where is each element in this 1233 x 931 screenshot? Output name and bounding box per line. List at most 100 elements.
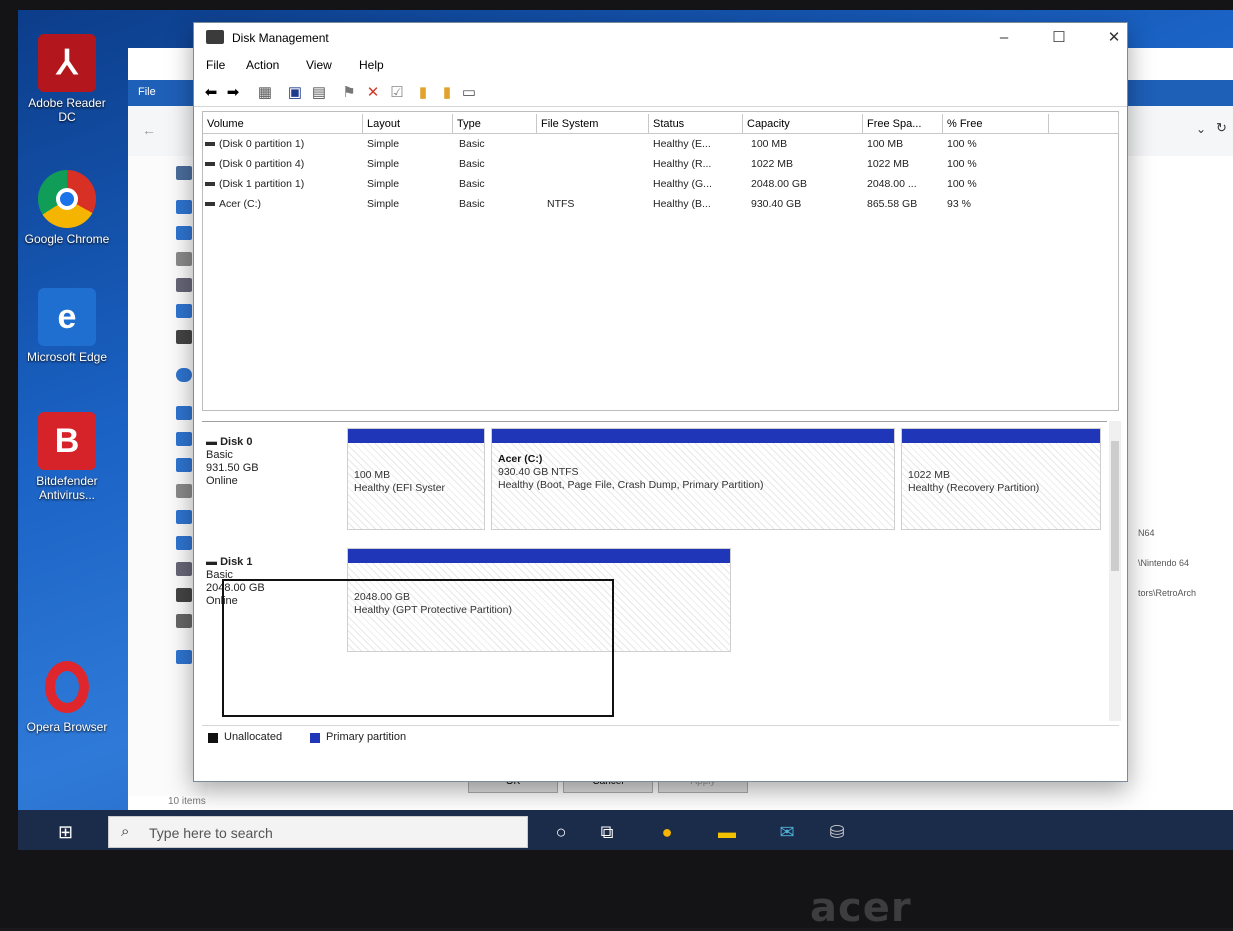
menu-action[interactable]: Action [246,58,279,72]
desktop-icon-opera[interactable]: Opera Browser [22,658,112,734]
table-cell: 2048.00 GB [751,178,808,190]
table-row-volume[interactable]: (Disk 0 partition 1) [205,138,304,150]
table-row-volume[interactable]: Acer (C:) [205,198,261,210]
downloads-icon[interactable] [176,510,192,524]
connect-icon[interactable]: ⚑ [340,84,358,102]
menu-help[interactable]: Help [359,58,384,72]
desktop-icon-bitdefender[interactable]: B Bitdefender Antivirus... [22,412,112,502]
cortana-icon[interactable]: ○ [548,820,574,844]
pictures-icon[interactable] [176,562,192,576]
drive-icon: ▬ [206,436,221,448]
videos-icon[interactable] [176,588,192,602]
desktop-icon-label: Google Chrome [24,232,110,246]
column-free-space[interactable]: Free Spa... [863,114,943,134]
help-icon[interactable]: ▣ [286,84,304,102]
table-cell: Healthy (E... [653,138,711,150]
chrome-taskbar-icon[interactable]: ● [654,820,680,844]
table-cell: 100 MB [867,138,904,150]
primary-partition-bar [348,549,730,563]
title-bar: Disk Management – ☐ ✕ [194,23,1127,53]
disk-management-taskbar-icon[interactable]: ⛁ [824,820,850,844]
menu-view[interactable]: View [306,58,332,72]
partition-recovery[interactable]: 1022 MB Healthy (Recovery Partition) [901,428,1101,530]
table-cell: Basic [459,198,485,210]
3d-objects-icon[interactable] [176,432,192,446]
desktop-folder-icon[interactable] [176,200,192,214]
table-cell: Simple [367,178,400,190]
refresh-icon[interactable]: ↻ [1216,120,1227,136]
properties-icon[interactable]: ▤ [310,84,328,102]
desktop-icon-chrome[interactable]: Google Chrome [22,170,112,246]
check-icon[interactable]: ☑ [388,84,406,102]
table-row-volume[interactable]: (Disk 0 partition 4) [205,158,304,170]
column-file-system[interactable]: File System [537,114,649,134]
view-icon[interactable]: ▭ [460,84,478,102]
documents-icon[interactable] [176,484,192,498]
desktop-icon-label: Adobe Reader DC [28,96,106,124]
drive-icon [205,162,215,167]
this-pc-icon[interactable] [176,406,192,420]
column-type[interactable]: Type [453,114,537,134]
column-volume[interactable]: Volume [203,114,363,134]
column-percent-free[interactable]: % Free [943,114,1049,134]
music-icon[interactable] [176,536,192,550]
mail-taskbar-icon[interactable]: ✉ [774,820,800,844]
scrollbar-thumb[interactable] [1111,441,1119,571]
network-icon[interactable] [176,650,192,664]
pictures-icon[interactable] [176,278,192,292]
opera-icon [38,658,96,716]
local-disk-icon[interactable] [176,614,192,628]
toolbar: ⬅ ➡ ▦ ▣ ▤ ⚑ ✕ ☑ ▮ ▮ ▭ [194,79,1127,107]
maximize-button[interactable]: ☐ [1039,27,1079,49]
back-arrow-icon[interactable]: ⬅ [202,84,220,102]
vertical-scrollbar[interactable] [1109,421,1121,721]
task-view-icon[interactable]: ⧉ [594,820,620,844]
partition-efi[interactable]: 100 MB Healthy (EFI Syster [347,428,485,530]
desktop-icon-label: Opera Browser [26,720,108,734]
column-status[interactable]: Status [649,114,743,134]
partition-acer-c[interactable]: Acer (C:) 930.40 GB NTFS Healthy (Boot, Pa… [491,428,895,530]
desktop-folder-icon[interactable] [176,458,192,472]
forward-arrow-icon[interactable]: ➡ [224,84,242,102]
onedrive-icon[interactable] [176,368,192,382]
column-layout[interactable]: Layout [363,114,453,134]
videos-icon[interactable] [176,330,192,344]
drive-icon [205,182,215,187]
menu-file[interactable]: File [206,58,225,72]
chevron-down-icon[interactable]: ⌄ [1196,122,1206,136]
desktop-icon-acrobat[interactable]: ⅄ Adobe Reader DC [22,34,112,124]
disk-1-highlight-box [222,579,614,717]
column-capacity[interactable]: Capacity [743,114,863,134]
explorer-file-tab[interactable]: File [138,86,156,98]
table-cell: 1022 MB [867,158,910,170]
list-item[interactable]: tors\RetroArch [1138,578,1233,608]
disk-0-label[interactable]: ▬ Disk 0 Basic 931.50 GB Online [206,436,324,488]
delete-icon[interactable]: ✕ [364,84,382,102]
drive-icon [205,202,215,207]
open-icon[interactable]: ▮ [438,84,456,102]
file-explorer-taskbar-icon[interactable]: ▬ [714,820,740,844]
list-item[interactable]: N64 [1138,518,1233,548]
quick-access-icon[interactable] [176,166,192,180]
music-icon[interactable] [176,304,192,318]
console-tree-icon[interactable]: ▦ [256,84,274,102]
monitor-display: ⅄ Adobe Reader DC Google Chrome e Micros… [18,10,1233,850]
desktop-icon-label: Microsoft Edge [26,350,108,364]
table-cell: 93 % [947,198,971,210]
desktop-icon-edge[interactable]: e Microsoft Edge [22,288,112,364]
documents-icon[interactable] [176,252,192,266]
search-box[interactable]: ⌕ Type here to search [108,816,528,848]
primary-partition-swatch [310,733,320,743]
drive-icon: ▬ [206,556,221,568]
primary-partition-bar [902,429,1100,443]
windows-start-icon[interactable]: ⊞ [58,822,78,842]
table-cell: Basic [459,158,485,170]
minimize-button[interactable]: – [984,27,1024,49]
table-row-volume[interactable]: (Disk 1 partition 1) [205,178,304,190]
list-item[interactable]: \Nintendo 64 [1138,548,1233,578]
back-arrow-icon[interactable]: ← [142,122,156,138]
downloads-icon[interactable] [176,226,192,240]
folder-icon[interactable]: ▮ [414,84,432,102]
close-button[interactable]: ✕ [1094,27,1134,49]
table-cell: Simple [367,138,400,150]
